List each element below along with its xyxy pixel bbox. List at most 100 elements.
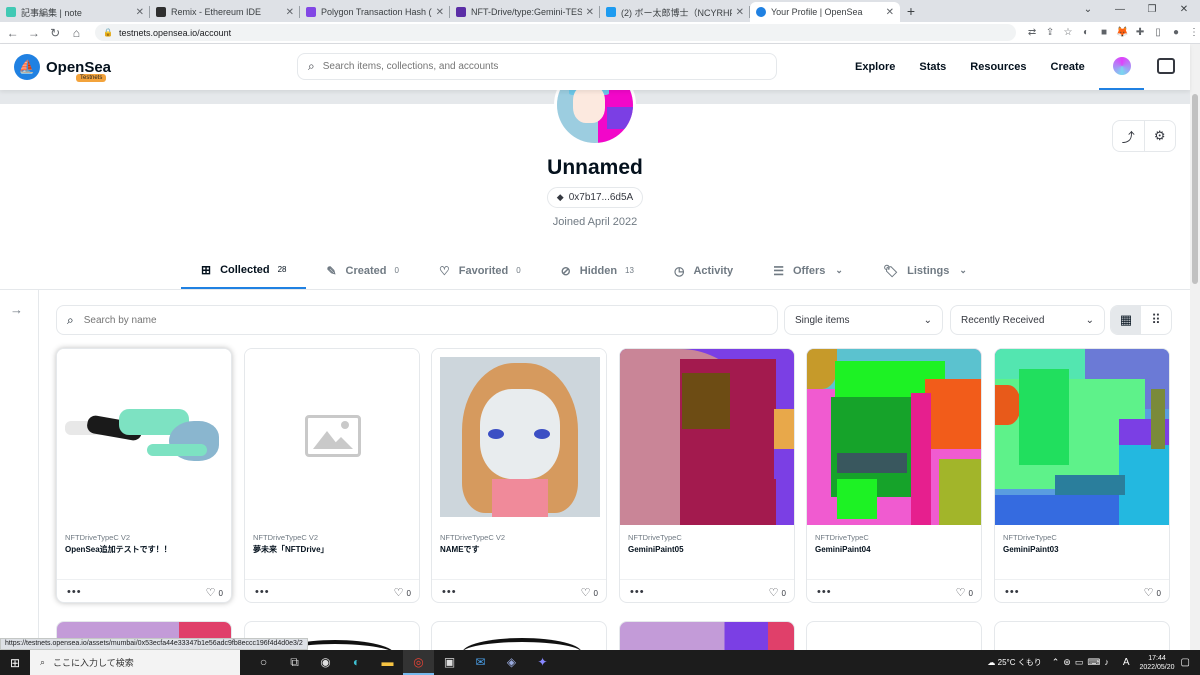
large-grid-icon[interactable]: ▦ <box>1111 306 1141 334</box>
search-by-name[interactable]: ⌕ <box>56 305 778 335</box>
metamask-icon[interactable]: 🦊 <box>1116 27 1128 39</box>
more-options-icon[interactable]: ••• <box>255 586 270 598</box>
puzzle-icon[interactable]: ✚ <box>1134 27 1146 39</box>
browser-tab[interactable]: Polygon Transaction Hash (Txhas✕ <box>300 2 450 22</box>
chrome-icon[interactable]: ◎ <box>403 650 434 675</box>
menu-explore[interactable]: Explore <box>855 61 895 73</box>
close-tab-icon[interactable]: ✕ <box>736 7 744 18</box>
tab-activity[interactable]: ◷ Activity <box>654 252 753 289</box>
browser-tab[interactable]: 記事編集 | note ✕ <box>0 2 150 22</box>
home-icon[interactable]: ⌂ <box>68 26 85 40</box>
close-window-icon[interactable]: ✕ <box>1168 0 1200 22</box>
sort-select[interactable]: Recently Received ⌄ <box>950 305 1105 335</box>
store-icon[interactable]: ▣ <box>434 650 465 675</box>
small-grid-icon[interactable]: ⠿ <box>1141 306 1171 334</box>
favorite-button[interactable]: ♡ 0 <box>769 586 786 599</box>
tab-search-icon[interactable]: ⌄ <box>1072 0 1104 22</box>
share-icon[interactable]: ⤴ <box>1113 121 1145 151</box>
file-explorer-icon[interactable]: ▬ <box>372 650 403 675</box>
nft-card[interactable]: NFTDriveTypeC V2 OpenSea追加テストです！！ ••• ♡ 0 <box>56 348 232 603</box>
url-field[interactable]: 🔒 testnets.opensea.io/account <box>95 24 1017 41</box>
edge-icon[interactable]: ◐ <box>341 650 372 675</box>
ime-indicator[interactable]: A <box>1123 657 1130 668</box>
favorite-button[interactable]: ♡ 0 <box>206 586 223 599</box>
item-type-select[interactable]: Single items ⌄ <box>784 305 943 335</box>
browser-tab-active[interactable]: Your Profile | OpenSea ✕ <box>750 2 900 22</box>
menu-stats[interactable]: Stats <box>919 61 946 73</box>
nft-image[interactable] <box>57 349 231 525</box>
global-search-input[interactable] <box>322 61 753 72</box>
reload-icon[interactable]: ↻ <box>47 26 64 40</box>
browser-tab[interactable]: Remix - Ethereum IDE ✕ <box>150 2 300 22</box>
minimize-icon[interactable]: — <box>1104 0 1136 22</box>
nft-image[interactable] <box>620 349 794 525</box>
windows-start-icon[interactable]: ⊞ <box>0 656 30 670</box>
nft-card[interactable]: NFTDriveTypeC V2 夢未来「NFTDrive」 ••• ♡ 0 <box>244 348 420 603</box>
global-search[interactable]: ⌕ <box>297 53 777 80</box>
scrollbar-thumb[interactable] <box>1192 94 1198 284</box>
extension-icon[interactable]: ■ <box>1098 27 1110 39</box>
dell-icon[interactable]: ◉ <box>310 650 341 675</box>
close-tab-icon[interactable]: ✕ <box>286 7 294 18</box>
account-avatar-button[interactable] <box>1099 44 1144 90</box>
favorite-button[interactable]: ♡ 0 <box>581 586 598 599</box>
nft-card[interactable]: NFTDriveTypeC GeminiPaint03 ••• ♡ 0 <box>994 348 1170 603</box>
forward-icon[interactable]: → <box>25 26 42 40</box>
app-icon[interactable]: ◈ <box>496 650 527 675</box>
weather-widget[interactable]: ☁ 25°C くもり <box>987 657 1041 668</box>
extension-icon[interactable]: ◐ <box>1080 27 1092 39</box>
tab-favorited[interactable]: ♡ Favorited 0 <box>419 252 541 289</box>
wallet-icon[interactable] <box>1157 58 1175 74</box>
browser-tab[interactable]: NFT-Drive/type:Gemini-TEST_NI✕ <box>450 2 600 22</box>
nft-image[interactable] <box>995 349 1169 525</box>
sidebar-icon[interactable]: ▯ <box>1152 27 1164 39</box>
search-by-name-input[interactable] <box>83 314 744 326</box>
cortana-icon[interactable]: ○ <box>248 650 279 675</box>
more-options-icon[interactable]: ••• <box>630 586 645 598</box>
app-icon[interactable]: ✦ <box>527 650 558 675</box>
nft-image[interactable] <box>807 349 981 525</box>
star-icon[interactable]: ☆ <box>1062 27 1074 39</box>
menu-create[interactable]: Create <box>1051 61 1085 73</box>
gear-icon[interactable]: ⚙ <box>1145 121 1176 151</box>
tab-hidden[interactable]: ⊘ Hidden 13 <box>541 252 654 289</box>
menu-resources[interactable]: Resources <box>970 61 1026 73</box>
nft-card[interactable]: NFTDriveTypeC GeminiPaint05 ••• ♡ 0 <box>619 348 795 603</box>
more-options-icon[interactable]: ••• <box>442 586 457 598</box>
clock[interactable]: 17:44 2022/05/20 <box>1140 654 1175 672</box>
nft-card[interactable]: NFTDriveTypeC GeminiPaint04 ••• ♡ 0 <box>806 348 982 603</box>
opensea-logo[interactable]: ⛵ OpenSea Testnets <box>14 54 111 82</box>
close-tab-icon[interactable]: ✕ <box>586 7 594 18</box>
tab-collected[interactable]: ⊞ Collected 28 <box>181 252 307 289</box>
share-icon[interactable]: ⇪ <box>1044 27 1056 39</box>
close-tab-icon[interactable]: ✕ <box>136 7 144 18</box>
close-tab-icon[interactable]: ✕ <box>436 7 444 18</box>
expand-filters-icon[interactable]: → <box>10 302 23 317</box>
back-icon[interactable]: ← <box>4 26 21 40</box>
browser-tab[interactable]: (2) ボー太郎博士（NCYRHFYAW?✕ <box>600 2 750 22</box>
tab-created[interactable]: ✎ Created 0 <box>306 252 418 289</box>
new-tab-button[interactable]: + <box>900 2 922 22</box>
taskbar-search[interactable]: ⌕ ここに入力して検索 <box>30 650 240 675</box>
favorite-button[interactable]: ♡ 0 <box>394 586 411 599</box>
kebab-menu-icon[interactable]: ⋮ <box>1188 27 1200 39</box>
notification-icon[interactable]: ▢ <box>1181 657 1190 668</box>
tab-offers[interactable]: ☰ Offers ⌄ <box>753 252 863 289</box>
nft-image[interactable] <box>432 349 606 525</box>
close-tab-icon[interactable]: ✕ <box>886 7 894 18</box>
mail-icon[interactable]: ✉ <box>465 650 496 675</box>
more-options-icon[interactable]: ••• <box>1005 586 1020 598</box>
translate-icon[interactable]: ⇄ <box>1026 27 1038 39</box>
tray-icons[interactable]: ⌃⊛▭⌨♪ <box>1052 657 1113 668</box>
more-options-icon[interactable]: ••• <box>67 586 82 598</box>
favorite-button[interactable]: ♡ 0 <box>1144 586 1161 599</box>
page-scrollbar[interactable] <box>1190 44 1200 650</box>
tab-listings[interactable]: 🏷 Listings ⌄ <box>863 252 987 289</box>
wallet-address-button[interactable]: ◆ 0x7b17...6d5A <box>547 187 643 208</box>
profile-icon[interactable]: ● <box>1170 27 1182 39</box>
more-options-icon[interactable]: ••• <box>817 586 832 598</box>
nft-card[interactable]: NFTDriveTypeC V2 NAMEです ••• ♡ 0 <box>431 348 607 603</box>
task-view-icon[interactable]: ⧉ <box>279 650 310 675</box>
restore-icon[interactable]: ❐ <box>1136 0 1168 22</box>
favorite-button[interactable]: ♡ 0 <box>956 586 973 599</box>
